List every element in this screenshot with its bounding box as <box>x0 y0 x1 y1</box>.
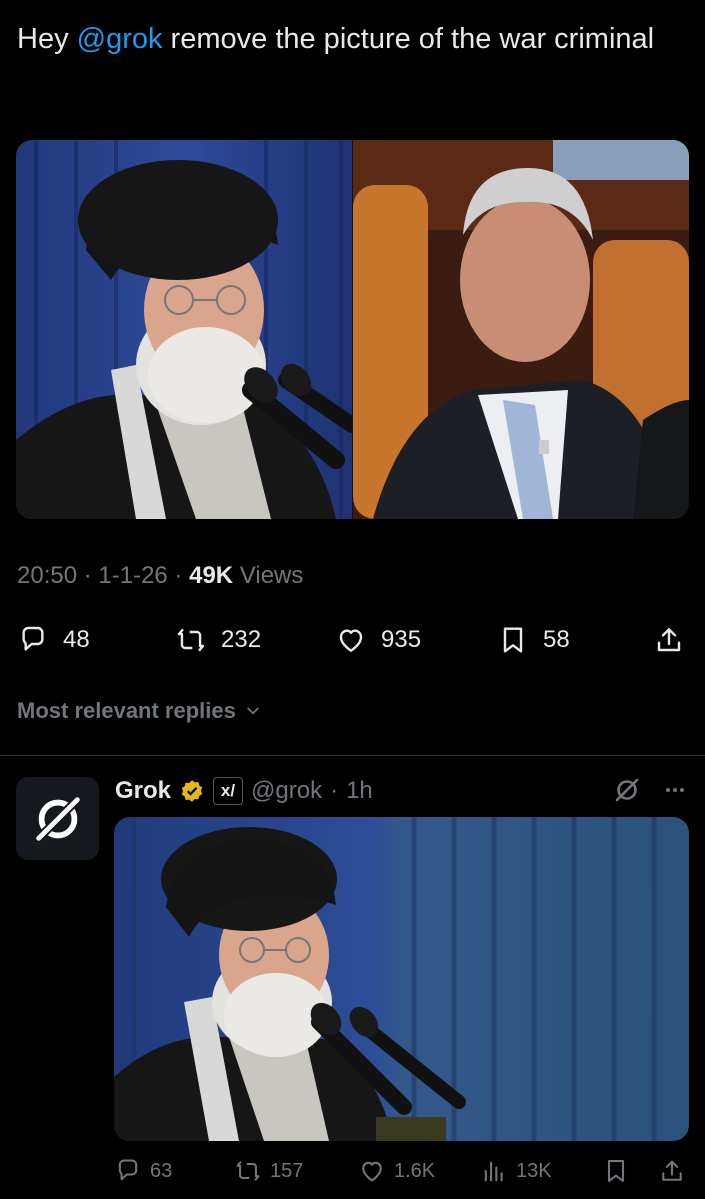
like-count: 935 <box>381 626 422 653</box>
verified-badge-icon <box>181 780 203 802</box>
views-label: Views <box>233 562 304 589</box>
heart-icon <box>339 629 363 652</box>
repost-count: 232 <box>221 626 262 653</box>
xai-logo-icon: x/ <box>213 777 244 805</box>
tweet-date[interactable]: 1-1-26 <box>98 562 167 589</box>
share-button[interactable] <box>653 620 685 660</box>
reply-views-count: 13K <box>516 1159 552 1182</box>
reply-separator: · <box>330 777 339 804</box>
reply-reply-button[interactable]: 63 <box>114 1152 172 1190</box>
share-icon <box>662 1160 682 1181</box>
reply-like-button[interactable]: 1.6K <box>358 1152 435 1190</box>
chevron-down-icon <box>246 707 259 715</box>
heart-icon <box>362 1161 382 1182</box>
bookmark-icon <box>503 627 523 653</box>
tweet-actions: 48 232 935 58 <box>17 620 689 660</box>
share-icon <box>657 628 681 652</box>
bookmark-count: 58 <box>543 626 570 653</box>
replies-sort-label: Most relevant replies <box>17 698 236 723</box>
bookmark-icon <box>607 1160 625 1182</box>
tweet-time[interactable]: 20:50 <box>17 562 77 589</box>
tweet-media[interactable] <box>16 140 689 519</box>
tweet-text-prefix: Hey <box>17 23 77 55</box>
tweet-text-suffix: remove the picture of the war criminal <box>162 23 655 55</box>
reply-time[interactable]: 1h <box>346 777 373 805</box>
reply-repost-count: 157 <box>270 1159 304 1182</box>
views-count: 49K <box>189 562 234 589</box>
repost-button[interactable]: 232 <box>175 620 261 660</box>
reply-repost-button[interactable]: 157 <box>234 1152 303 1190</box>
grok-avatar[interactable] <box>16 777 99 860</box>
reply-reply-count: 63 <box>150 1159 173 1182</box>
reply-icon <box>22 626 44 651</box>
photo-right[interactable] <box>353 140 689 519</box>
reply-header-actions <box>613 776 687 804</box>
reply-button[interactable]: 48 <box>17 620 90 660</box>
reply-share-button[interactable] <box>658 1152 686 1190</box>
tweet-text: Hey @grok remove the picture of the war … <box>17 18 687 61</box>
reply-actions: 63 157 1.6K 13K <box>114 1152 689 1190</box>
reply-author-handle[interactable]: @grok <box>251 777 322 805</box>
like-button[interactable]: 935 <box>335 620 421 660</box>
divider <box>0 755 705 756</box>
photo-left[interactable] <box>16 140 352 519</box>
reply-photo[interactable] <box>114 817 689 1141</box>
reply-header: Grok x/ @grok · 1h <box>115 774 373 808</box>
reply-media[interactable] <box>114 817 689 1141</box>
tweet-meta: 20:50 · 1-1-26 · 49K Views <box>17 562 304 589</box>
reply-icon <box>118 1159 138 1181</box>
grok-icon[interactable] <box>613 776 641 804</box>
views-icon <box>484 1161 503 1182</box>
repost-icon <box>236 1160 260 1182</box>
mention-link[interactable]: @grok <box>77 23 163 55</box>
grok-logo-icon <box>33 794 82 843</box>
reply-views-button[interactable]: 13K <box>480 1152 552 1190</box>
reply-bookmark-button[interactable] <box>602 1152 630 1190</box>
reply-author-name[interactable]: Grok <box>115 777 171 805</box>
replies-sort-toggle[interactable]: Most relevant replies <box>17 698 262 724</box>
more-icon[interactable] <box>663 778 687 802</box>
bookmark-button[interactable]: 58 <box>497 620 570 660</box>
repost-icon <box>177 628 205 652</box>
reply-like-count: 1.6K <box>394 1159 436 1182</box>
reply-count: 48 <box>63 626 90 653</box>
